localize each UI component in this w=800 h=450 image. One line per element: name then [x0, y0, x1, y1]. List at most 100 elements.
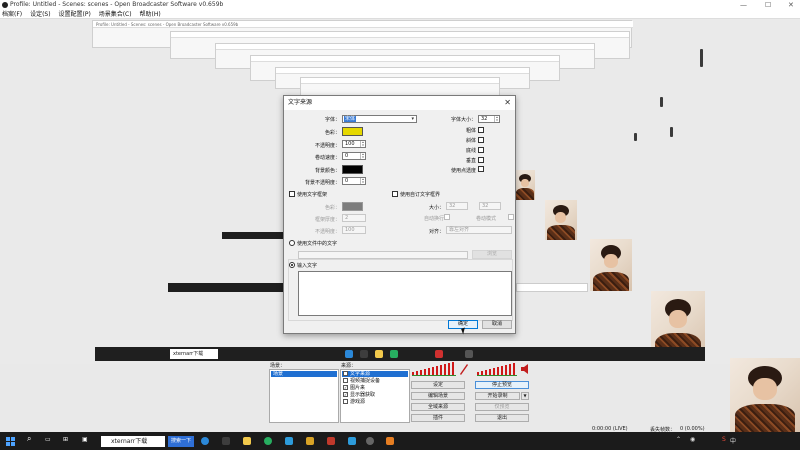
network-icon[interactable]: ◉ [690, 436, 695, 443]
input-text-area[interactable] [298, 271, 512, 316]
font-size-input[interactable]: 32 ▴ ▾ [478, 115, 500, 123]
source-checkbox[interactable] [343, 378, 348, 383]
app-icon[interactable] [348, 437, 356, 445]
bold-checkbox[interactable] [478, 127, 484, 133]
nested-taskbar [222, 232, 284, 239]
opacity-input[interactable]: 100 ▴ ▾ [342, 140, 366, 148]
menu-scene-collection[interactable]: 场景集合(C) [99, 11, 132, 18]
auto-wrap-label: 自动换行 [424, 216, 445, 222]
store-icon[interactable] [222, 437, 230, 445]
minimize-button[interactable]: — [740, 0, 747, 10]
task-view-icon[interactable]: ▭ [45, 436, 51, 443]
plugins-button[interactable]: 插件 [411, 414, 465, 422]
size-width-input[interactable]: 32 [446, 202, 468, 210]
app-icon[interactable] [285, 437, 293, 445]
bg-opacity-input[interactable]: 0 ▴ ▾ [342, 177, 366, 185]
menu-file[interactable]: 档案(F) [2, 11, 22, 18]
outline-checkbox[interactable] [289, 191, 295, 197]
outline-color-swatch[interactable] [342, 202, 363, 211]
auto-wrap-checkbox[interactable] [444, 214, 450, 220]
ime-icon[interactable]: S [722, 436, 726, 443]
close-window-button[interactable]: ✕ [788, 0, 794, 10]
file-explorer-icon[interactable] [243, 437, 251, 445]
taskbar-search-input[interactable]: xternarr下载 [101, 436, 165, 447]
outline-opacity-input[interactable]: 100 [342, 226, 366, 234]
font-select[interactable]: 宋体 ▾ [342, 115, 417, 123]
widgets-icon[interactable]: ⊞ [63, 436, 68, 443]
preview-only-button[interactable]: 仅预览 [475, 403, 529, 411]
vertical-checkbox[interactable] [478, 157, 484, 163]
start-record-button[interactable]: 开始录制 [475, 392, 520, 400]
size-height-input[interactable]: 32 [479, 202, 501, 210]
desktop-volume-meter[interactable] [475, 362, 535, 376]
scroll-mode-checkbox[interactable] [508, 214, 514, 220]
source-item[interactable]: 游戏源 [343, 399, 365, 405]
nested-scrollbar [670, 127, 673, 137]
menu-profile[interactable]: 设置配置(P) [58, 11, 90, 18]
source-item[interactable]: ✓ 显示器获取 [343, 392, 375, 398]
dialog-close-button[interactable]: ✕ [504, 96, 511, 110]
scenes-label: 场景： [270, 363, 286, 369]
chat-icon[interactable]: ▣ [82, 436, 88, 443]
underline-checkbox[interactable] [478, 147, 484, 153]
input-text-radio[interactable] [289, 262, 295, 268]
record-dropdown-icon[interactable]: ▼ [521, 392, 529, 400]
nested-search-box: xternarr下载 [170, 349, 218, 359]
exit-button[interactable]: 退出 [475, 414, 529, 422]
windows-start-icon[interactable] [6, 437, 15, 446]
source-checkbox[interactable]: ✓ [343, 385, 348, 390]
cancel-button[interactable]: 取消 [482, 320, 512, 329]
vertical-label: 垂直 [465, 158, 476, 164]
app-icon[interactable] [327, 437, 335, 445]
mic-volume-meter[interactable] [410, 362, 470, 376]
browse-button[interactable]: 浏览 [472, 250, 512, 259]
bg-opacity-label: 背景不透明度： [304, 180, 340, 186]
app-icon[interactable] [386, 437, 394, 445]
menu-help[interactable]: 帮助(H) [140, 11, 161, 18]
italic-label: 斜体 [465, 138, 476, 144]
align-label: 对齐： [428, 229, 444, 235]
settings-button[interactable]: 设定 [411, 381, 465, 389]
tray-overflow-icon[interactable]: ⌃ [676, 436, 681, 443]
color-label: 色彩： [324, 130, 340, 136]
maximize-button[interactable]: ☐ [765, 0, 771, 10]
scroll-speed-input[interactable]: 0 ▴ ▾ [342, 152, 366, 160]
source-checkbox[interactable] [343, 399, 348, 404]
scene-item[interactable]: 场景 [271, 371, 337, 377]
app-icon[interactable] [306, 437, 314, 445]
source-item[interactable]: ✓ 文字来源 [342, 371, 408, 377]
edit-scene-button[interactable]: 编辑场景 [411, 392, 465, 400]
global-sources-button[interactable]: 全域来源 [411, 403, 465, 411]
nested-windows-taskbar: xternarr下载 [95, 347, 705, 361]
scenes-list[interactable]: 场景 [269, 369, 339, 423]
search-icon[interactable]: ⌕ [27, 434, 31, 444]
text-file-path-input[interactable] [298, 251, 468, 259]
use-text-file-radio[interactable] [289, 240, 295, 246]
nested-taskbar [168, 283, 284, 292]
align-select[interactable]: 靠左对齐 [446, 226, 512, 234]
source-checkbox[interactable]: ✓ [343, 392, 348, 397]
mic-icon [460, 364, 468, 375]
use-extents-checkbox[interactable] [478, 166, 484, 172]
color-swatch[interactable] [342, 127, 363, 136]
nested-titlebar: Profile: Untitled - Scenes: scenes - Ope… [93, 21, 633, 28]
wechat-icon[interactable] [264, 437, 272, 445]
obs-icon[interactable] [366, 437, 374, 445]
outline-thickness-input[interactable]: 2 [342, 214, 366, 222]
bg-color-swatch[interactable] [342, 165, 363, 174]
source-item[interactable]: ✓ 图片来 [343, 385, 365, 391]
search-go-button[interactable]: 搜索一下 [168, 436, 194, 447]
nested-scrollbar [700, 49, 703, 67]
source-checkbox[interactable]: ✓ [343, 371, 348, 376]
window-title: Profile: Untitled - Scenes: scenes - Ope… [10, 1, 224, 8]
source-item[interactable]: 视频捕捉设备 [343, 378, 380, 384]
custom-box-checkbox[interactable] [392, 191, 398, 197]
menu-settings[interactable]: 设定(S) [30, 11, 51, 18]
edge-icon[interactable] [201, 437, 209, 445]
stop-preview-button[interactable]: 停止预览 [475, 381, 529, 389]
sources-list[interactable]: ✓ 文字来源 视频捕捉设备 ✓ 图片来 ✓ 显示器获取 游戏源 [340, 369, 410, 423]
ime-mode[interactable]: 中 [730, 436, 736, 445]
wechat-icon [390, 350, 398, 358]
italic-checkbox[interactable] [478, 137, 484, 143]
windows-taskbar: ⌕ ▭ ⊞ ▣ xternarr下载 搜索一下 ⌃ ◉ S 中 [0, 432, 800, 450]
